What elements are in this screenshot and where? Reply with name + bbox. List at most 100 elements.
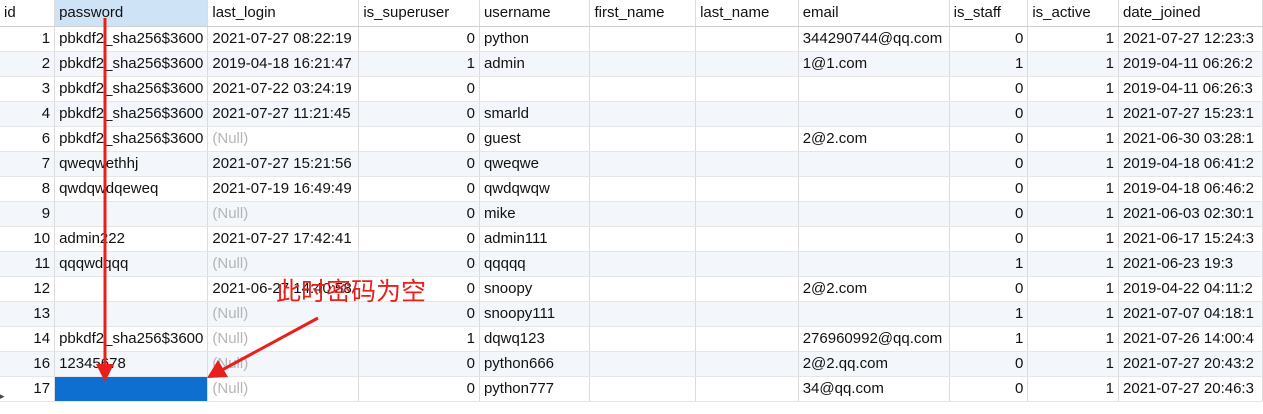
cell-is-superuser[interactable]: 0 <box>358 201 480 227</box>
cell-first-name[interactable] <box>589 301 697 327</box>
cell-email[interactable] <box>798 201 950 227</box>
cell-last-name[interactable] <box>695 101 799 127</box>
column-header-email[interactable]: email <box>798 0 950 27</box>
cell-username[interactable]: mike <box>479 201 591 227</box>
cell-first-name[interactable] <box>589 176 697 202</box>
cell-last-name[interactable] <box>695 301 799 327</box>
cell-password[interactable]: 12345678 <box>54 351 209 377</box>
cell-date-joined[interactable]: 2019-04-11 06:26:3 <box>1118 76 1263 102</box>
cell-is-active[interactable]: 1 <box>1027 151 1119 177</box>
cell-password[interactable] <box>54 201 209 227</box>
cell-is-staff[interactable]: 0 <box>949 226 1029 252</box>
cell-is-active[interactable]: 1 <box>1027 51 1119 77</box>
column-header-last-login[interactable]: last_login <box>207 0 360 27</box>
column-header-last-name[interactable]: last_name <box>695 0 799 27</box>
cell-last-name[interactable] <box>695 326 799 352</box>
cell-last-login[interactable]: 2021-07-27 11:21:45 <box>207 101 360 127</box>
cell-is-superuser[interactable]: 0 <box>358 351 480 377</box>
cell-date-joined[interactable]: 2021-06-03 02:30:1 <box>1118 201 1263 227</box>
table-row[interactable]: ▸ 17 (Null) 0 python777 34@qq.com 0 1 2021-07-27… <box>0 376 1263 402</box>
cell-last-name[interactable] <box>695 51 799 77</box>
cell-is-staff[interactable]: 0 <box>949 151 1029 177</box>
cell-date-joined[interactable]: 2021-07-07 04:18:1 <box>1118 301 1263 327</box>
cell-last-login[interactable]: (Null) <box>207 326 360 352</box>
cell-last-name[interactable] <box>695 276 799 302</box>
cell-last-name[interactable] <box>695 126 799 152</box>
cell-password[interactable]: qwdqwdqeweq <box>54 176 209 202</box>
table-row[interactable]: 1 pbkdf2_sha256$3600 2021-07-27 08:22:19 0 p… <box>0 26 1263 52</box>
cell-last-name[interactable] <box>695 76 799 102</box>
cell-first-name[interactable] <box>589 151 697 177</box>
cell-email[interactable]: 2@2.com <box>798 276 950 302</box>
cell-date-joined[interactable]: 2019-04-11 06:26:2 <box>1118 51 1263 77</box>
table-row[interactable]: 4 pbkdf2_sha256$3600 2021-07-27 11:21:45 0 s… <box>0 101 1263 127</box>
cell-last-login[interactable]: 2019-04-18 16:21:47 <box>207 51 360 77</box>
cell-password[interactable]: pbkdf2_sha256$3600 <box>54 51 209 77</box>
column-header-first-name[interactable]: first_name <box>589 0 697 27</box>
column-header-date-joined[interactable]: date_joined <box>1118 0 1263 27</box>
cell-date-joined[interactable]: 2021-07-27 20:43:2 <box>1118 351 1263 377</box>
cell-password[interactable]: pbkdf2_sha256$3600 <box>54 326 209 352</box>
cell-is-active[interactable]: 1 <box>1027 201 1119 227</box>
cell-is-superuser[interactable]: 0 <box>358 151 480 177</box>
column-header-username[interactable]: username <box>479 0 591 27</box>
cell-id[interactable]: 7 <box>0 151 56 177</box>
table-row[interactable]: 8 qwdqwdqeweq 2021-07-19 16:49:49 0 qwdqwqw 0… <box>0 176 1263 202</box>
cell-username[interactable]: guest <box>479 126 591 152</box>
cell-last-name[interactable] <box>695 226 799 252</box>
cell-first-name[interactable] <box>589 251 697 277</box>
cell-is-active[interactable]: 1 <box>1027 76 1119 102</box>
cell-is-staff[interactable]: 0 <box>949 76 1029 102</box>
cell-username[interactable]: dqwq123 <box>479 326 591 352</box>
cell-id[interactable]: 11 <box>0 251 56 277</box>
cell-last-login[interactable]: 2021-07-27 17:42:41 <box>207 226 360 252</box>
cell-is-active[interactable]: 1 <box>1027 376 1119 402</box>
table-row[interactable]: 9 (Null) 0 mike 0 1 2021-06-03 02:30:1 <box>0 201 1263 227</box>
cell-first-name[interactable] <box>589 126 697 152</box>
cell-is-superuser[interactable]: 0 <box>358 376 480 402</box>
cell-is-staff[interactable]: 0 <box>949 276 1029 302</box>
cell-last-login[interactable]: (Null) <box>207 351 360 377</box>
cell-password[interactable]: qweqwethhj <box>54 151 209 177</box>
table-row[interactable]: 3 pbkdf2_sha256$3600 2021-07-22 03:24:19 0 0… <box>0 76 1263 102</box>
cell-is-staff[interactable]: 1 <box>949 326 1029 352</box>
cell-id[interactable]: 4 <box>0 101 56 127</box>
cell-last-name[interactable] <box>695 376 799 402</box>
cell-is-superuser[interactable]: 0 <box>358 176 480 202</box>
cell-is-superuser[interactable]: 1 <box>358 326 480 352</box>
cell-first-name[interactable] <box>589 376 697 402</box>
cell-username[interactable]: smarld <box>479 101 591 127</box>
cell-is-staff[interactable]: 1 <box>949 51 1029 77</box>
cell-first-name[interactable] <box>589 51 697 77</box>
cell-email[interactable] <box>798 151 950 177</box>
cell-is-staff[interactable]: 0 <box>949 126 1029 152</box>
cell-is-superuser[interactable]: 1 <box>358 51 480 77</box>
cell-first-name[interactable] <box>589 76 697 102</box>
table-row[interactable]: 12 2021-06-27 14:40:58 0 snoopy 2@2.com 0 1 201… <box>0 276 1263 302</box>
cell-is-staff[interactable]: 0 <box>949 176 1029 202</box>
column-header-id[interactable]: id <box>0 0 56 27</box>
cell-date-joined[interactable]: 2019-04-18 06:46:2 <box>1118 176 1263 202</box>
cell-first-name[interactable] <box>589 226 697 252</box>
cell-email[interactable]: 34@qq.com <box>798 376 950 402</box>
cell-date-joined[interactable]: 2021-06-30 03:28:1 <box>1118 126 1263 152</box>
cell-username[interactable]: snoopy <box>479 276 591 302</box>
cell-is-staff[interactable]: 0 <box>949 351 1029 377</box>
cell-last-name[interactable] <box>695 201 799 227</box>
cell-email[interactable] <box>798 76 950 102</box>
cell-first-name[interactable] <box>589 326 697 352</box>
cell-is-active[interactable]: 1 <box>1027 126 1119 152</box>
cell-username[interactable]: python <box>479 26 591 52</box>
cell-last-login[interactable]: 2021-07-27 15:21:56 <box>207 151 360 177</box>
cell-password[interactable]: pbkdf2_sha256$3600 <box>54 126 209 152</box>
cell-password[interactable] <box>54 301 209 327</box>
cell-email[interactable]: 276960992@qq.com <box>798 326 950 352</box>
cell-email[interactable]: 1@1.com <box>798 51 950 77</box>
table-row[interactable]: 7 qweqwethhj 2021-07-27 15:21:56 0 qweqwe 0 1 2… <box>0 151 1263 177</box>
cell-last-name[interactable] <box>695 251 799 277</box>
cell-email[interactable] <box>798 251 950 277</box>
cell-id[interactable]: 6 <box>0 126 56 152</box>
cell-last-login[interactable]: 2021-07-19 16:49:49 <box>207 176 360 202</box>
cell-last-login[interactable]: (Null) <box>207 376 360 402</box>
table-row[interactable]: 10 admin222 2021-07-27 17:42:41 0 admin111 0 1… <box>0 226 1263 252</box>
